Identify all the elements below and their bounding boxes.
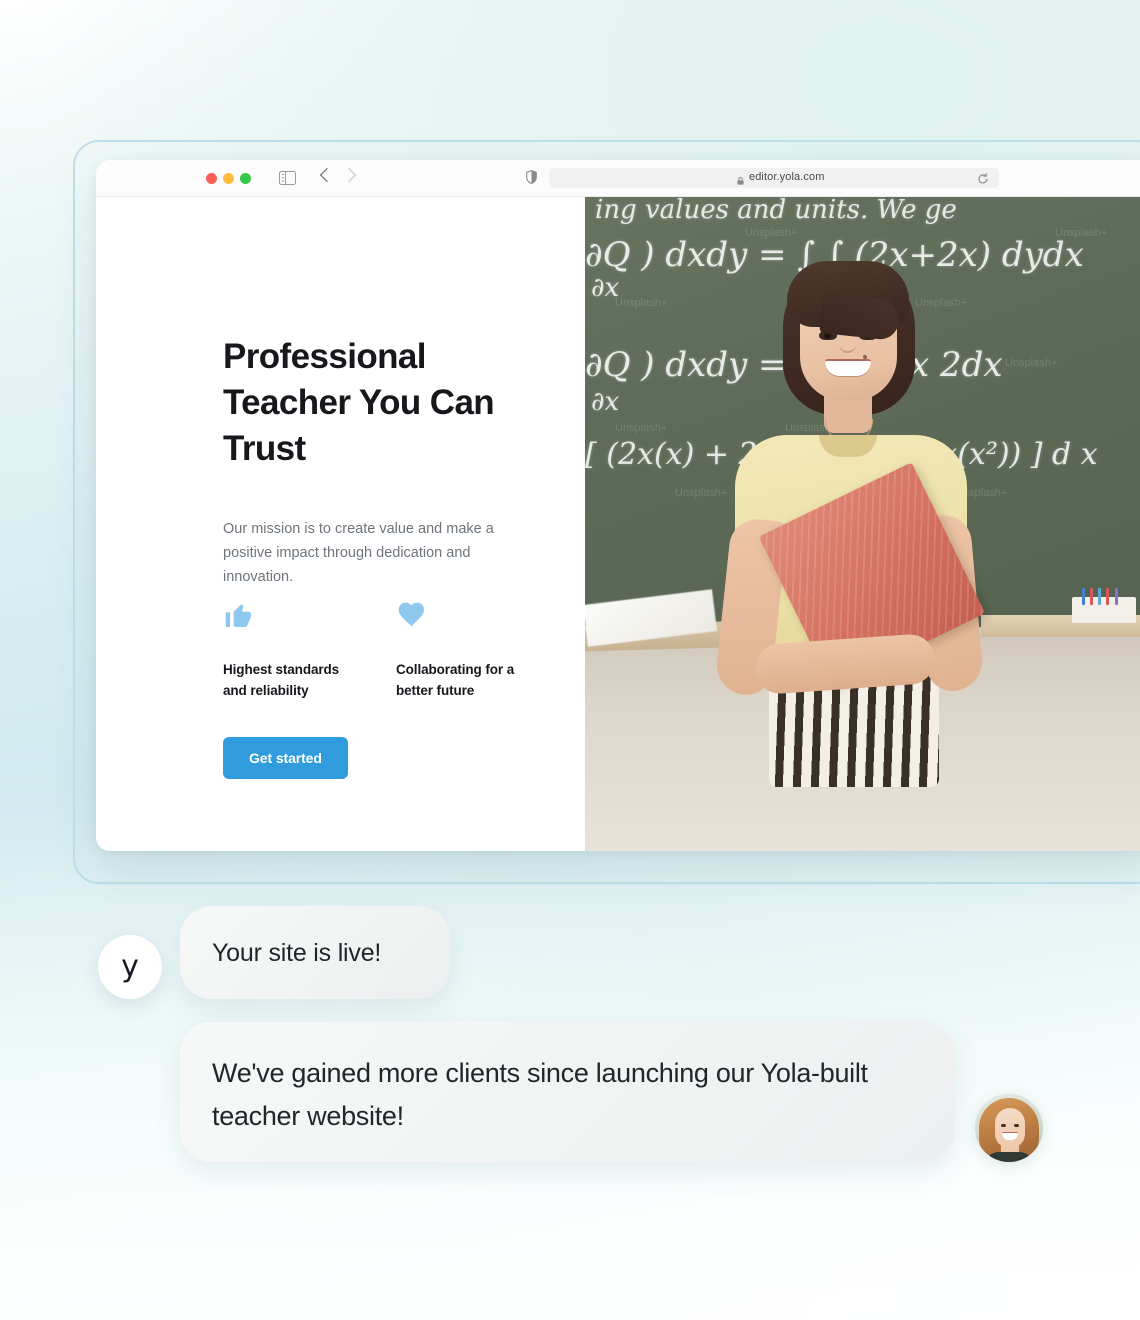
shield-icon[interactable] — [526, 170, 537, 184]
feature-label: Highest standards and reliability — [223, 662, 340, 698]
avatar-eye — [1014, 1124, 1019, 1127]
watermark: Unsplash+ — [675, 487, 728, 499]
teacher-smile — [824, 359, 871, 376]
get-started-button[interactable]: Get started — [223, 737, 348, 779]
pencil-cup — [1072, 588, 1136, 623]
avatar-shoulders — [983, 1152, 1035, 1162]
avatar-face — [995, 1108, 1025, 1148]
teacher-nose — [839, 333, 856, 353]
yola-avatar: y — [98, 935, 162, 999]
hero-subtitle: Our mission is to create value and make … — [223, 520, 494, 585]
avatar-eye — [1001, 1124, 1006, 1127]
yola-logo-icon: y — [121, 949, 139, 984]
reload-icon[interactable] — [977, 172, 989, 184]
chalk-line: ∂x — [591, 387, 620, 417]
pencil — [1090, 588, 1093, 605]
window-minimize-button[interactable] — [223, 173, 234, 184]
chalk-line: ∂x — [591, 273, 620, 303]
hero-text-column: Professional Teacher You Can Trust Our m… — [96, 197, 585, 851]
feature-label: Collaborating for a better future — [396, 662, 515, 698]
thumbs-up-icon — [223, 599, 360, 633]
watermark: Unsplash+ — [1055, 227, 1108, 239]
lock-icon — [737, 172, 744, 185]
teacher-mole — [862, 355, 867, 359]
teacher-photo: ing values and units. We ge ∂Q ) dxdy = … — [585, 197, 1140, 851]
hero-photo-column: ing values and units. We ge ∂Q ) dxdy = … — [585, 197, 1140, 851]
pencil — [1082, 588, 1085, 605]
address-url-text: editor.yola.com — [749, 171, 825, 183]
watermark: Unsplash+ — [615, 297, 668, 309]
address-bar[interactable]: editor.yola.com — [549, 168, 999, 188]
pencil — [1115, 588, 1118, 605]
teacher-hair-fringe — [786, 261, 909, 327]
feature-item-collaboration: Collaborating for a better future — [396, 599, 533, 701]
feature-item-standards: Highest standards and reliability — [223, 599, 360, 701]
status-message-bubble: Your site is live! — [180, 906, 450, 999]
window-maximize-button[interactable] — [240, 173, 251, 184]
watermark: Unsplash+ — [1005, 357, 1058, 369]
pencil — [1106, 588, 1109, 605]
chalk-line: ing values and units. We ge — [595, 197, 957, 225]
browser-window: editor.yola.com Professional Teacher You… — [96, 160, 1140, 851]
client-avatar — [975, 1094, 1043, 1162]
heart-icon — [396, 599, 533, 633]
browser-toolbar: editor.yola.com — [96, 160, 1140, 197]
sidebar-toggle-icon[interactable] — [279, 171, 296, 185]
page-title: Professional Teacher You Can Trust — [223, 337, 495, 469]
testimonial-bubble: We've gained more clients since launchin… — [180, 1022, 955, 1162]
testimonial-text: We've gained more clients since launchin… — [212, 1058, 868, 1131]
window-close-button[interactable] — [206, 173, 217, 184]
watermark: Unsplash+ — [915, 297, 968, 309]
back-arrow-icon[interactable] — [319, 167, 335, 183]
pencil — [1098, 588, 1101, 605]
website-preview: Professional Teacher You Can Trust Our m… — [96, 197, 1140, 851]
forward-arrow-icon[interactable] — [341, 167, 357, 183]
watermark: Unsplash+ — [615, 422, 668, 434]
watermark: Unsplash+ — [745, 227, 798, 239]
status-message-text: Your site is live! — [212, 939, 382, 967]
feature-list: Highest standards and reliability Collab… — [223, 599, 533, 701]
